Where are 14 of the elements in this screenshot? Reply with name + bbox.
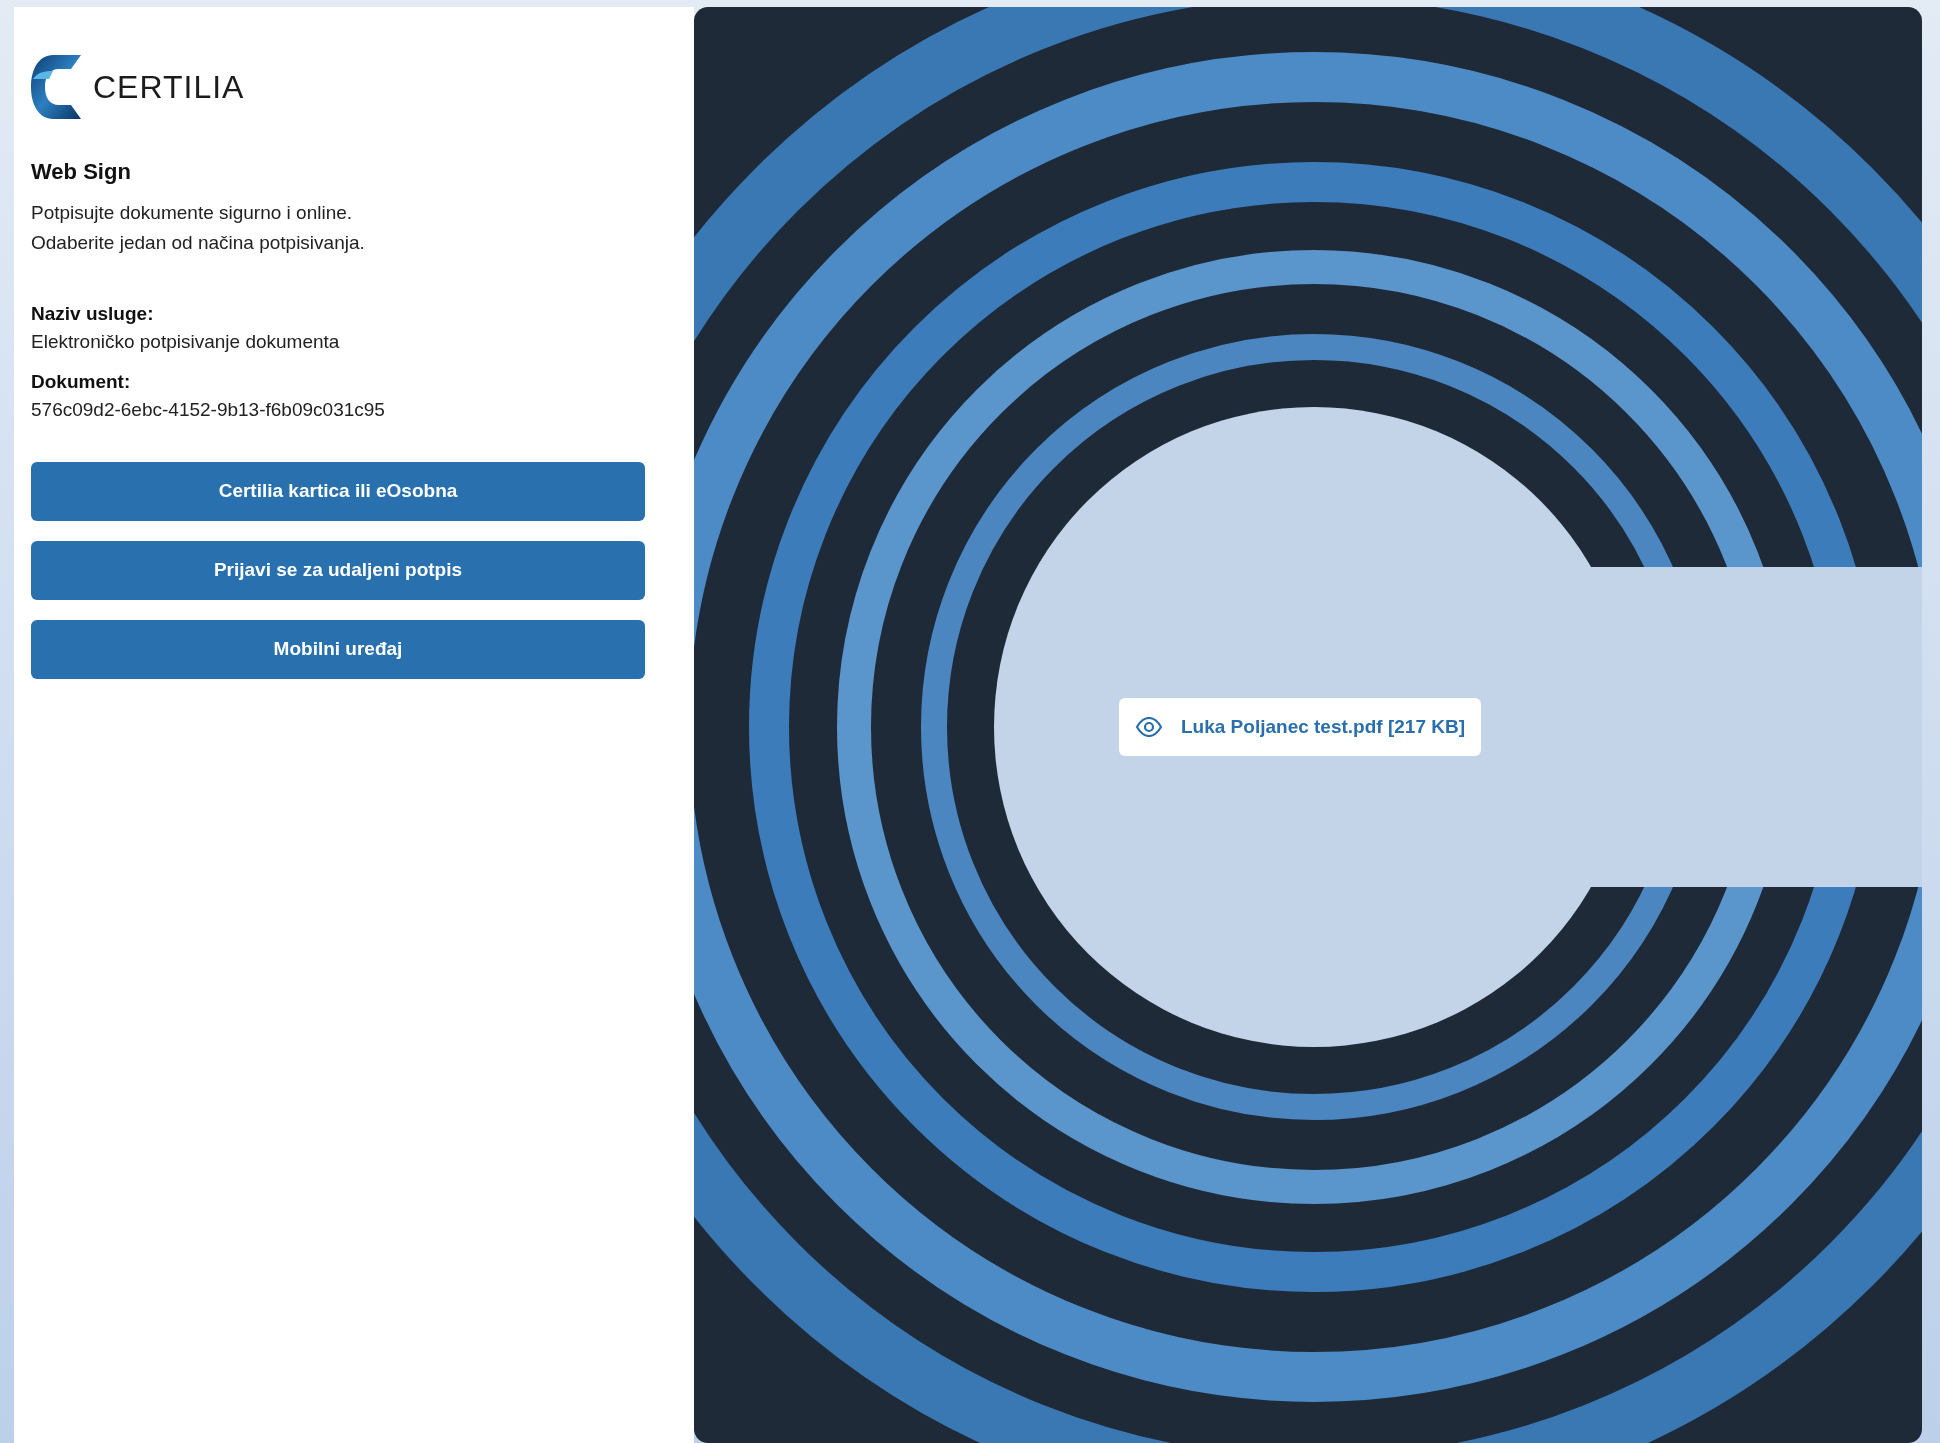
detail-value: 576c09d2-6ebc-4152-9b13-f6b09c031c95 [31,398,386,422]
description-text: Odaberite jedan od načina potpisivanja. [31,231,366,255]
eye-icon [1135,717,1163,737]
description-text: Potpisujte dokumente sigurno i online. [31,201,354,225]
sign-option-button[interactable]: Certilia kartica ili eOsobna [31,462,645,521]
brand-name: CERTILIA [93,68,245,107]
sign-option-button[interactable]: Prijavi se za udaljeni potpis [31,541,645,600]
page-title: Web Sign [31,158,132,186]
detail-value: Elektroničko potpisivanje dokumenta [31,330,341,354]
file-link[interactable]: Luka Poljanec test.pdf [217 KB] [1119,698,1481,756]
sign-option-button[interactable]: Mobilni uređaj [31,620,645,679]
detail-label: Dokument: [31,370,132,394]
logo-icon [31,55,81,119]
detail-label: Naziv usluge: [31,302,155,326]
